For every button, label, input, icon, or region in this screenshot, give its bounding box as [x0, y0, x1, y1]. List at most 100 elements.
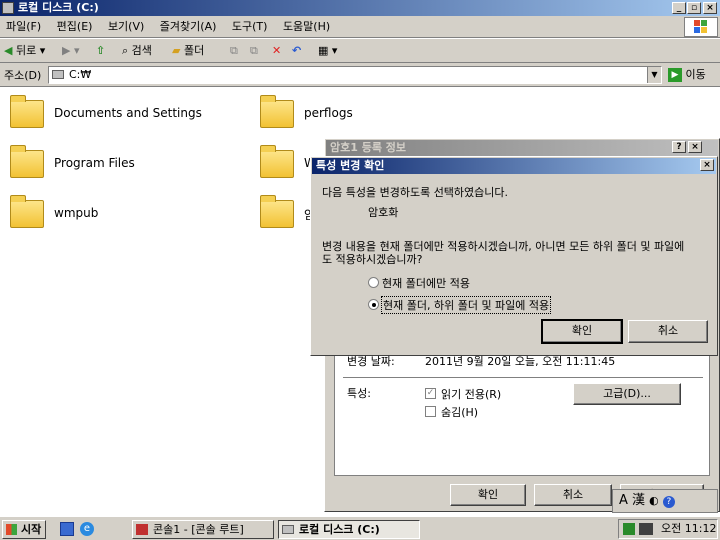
- search-button[interactable]: ⌕ 검색: [122, 42, 152, 60]
- ie-icon[interactable]: e: [80, 522, 94, 536]
- folder-label: perflogs: [304, 106, 353, 120]
- views-button[interactable]: ▦ ▾: [318, 42, 337, 60]
- move-to-icon: ⧉: [230, 44, 238, 57]
- clock[interactable]: 오전 11:12: [661, 520, 716, 538]
- folders-label: 폴더: [183, 44, 205, 57]
- copy-to-button[interactable]: ⧉: [250, 42, 258, 60]
- menu-edit[interactable]: 편집(E): [51, 16, 99, 38]
- folder-icon: [260, 95, 294, 128]
- properties-close-button[interactable]: ×: [688, 141, 702, 153]
- close-button[interactable]: ×: [703, 2, 717, 14]
- advanced-button[interactable]: 고급(D)...: [573, 383, 681, 405]
- move-to-button[interactable]: ⧉: [230, 42, 238, 60]
- hidden-checkbox[interactable]: [425, 406, 436, 417]
- folder-item[interactable]: Documents and Settings: [0, 94, 240, 138]
- system-tray: 오전 11:12: [618, 519, 718, 539]
- back-label: 뒤로: [15, 44, 37, 57]
- menu-tools[interactable]: 도구(T): [226, 16, 274, 38]
- folder-icon: [10, 195, 44, 228]
- taskbar-console[interactable]: 콘솔1 - [콘솔 루트]: [132, 520, 274, 539]
- folder-label: Documents and Settings: [54, 106, 202, 120]
- undo-button[interactable]: ↶: [292, 42, 301, 60]
- folders-icon: ▰: [172, 44, 181, 57]
- window-titlebar[interactable]: 로컬 디스크 (C:): [0, 0, 720, 16]
- confirm-dialog-titlebar[interactable]: 특성 변경 확인: [312, 158, 716, 174]
- menu-bar: 파일(F) 편집(E) 보기(V) 즐겨찾기(A) 도구(T) 도움말(H): [0, 16, 720, 38]
- address-input[interactable]: C:₩ ▼: [48, 66, 662, 84]
- confirm-ok-button[interactable]: 확인: [541, 319, 623, 344]
- readonly-label: 읽기 전용(R): [441, 388, 502, 401]
- folder-label: Program Files: [54, 156, 135, 170]
- address-value: C:₩: [69, 68, 92, 81]
- start-label: 시작: [21, 523, 42, 536]
- up-folder-button[interactable]: ⇧: [96, 42, 105, 60]
- delete-button[interactable]: ✕: [272, 42, 281, 60]
- menu-file[interactable]: 파일(F): [0, 16, 47, 38]
- taskbar-console-label: 콘솔1 - [콘솔 루트]: [153, 523, 244, 536]
- folder-item[interactable]: wmpub: [0, 194, 240, 238]
- folder-item[interactable]: perflogs: [250, 94, 490, 138]
- go-label: 이동: [685, 68, 706, 81]
- network-icon[interactable]: [623, 523, 635, 535]
- toolbar: ◀ 뒤로 ▾ ▶ ▾ ⇧ ⌕ 검색 ▰ 폴더 ⧉ ⧉ ✕ ↶ ▦ ▾: [0, 39, 720, 63]
- apply-subfolders-radio[interactable]: [368, 299, 379, 310]
- search-label: 검색: [131, 44, 152, 57]
- attributes-label: 특성:: [347, 387, 371, 400]
- search-icon: ⌕: [122, 44, 129, 57]
- forward-icon: ▶: [62, 44, 71, 57]
- menu-view[interactable]: 보기(V): [102, 16, 150, 38]
- address-dropdown-icon[interactable]: ▼: [647, 67, 661, 83]
- properties-ok-button[interactable]: 확인: [450, 484, 526, 506]
- go-button[interactable]: ▶ 이동: [668, 66, 718, 84]
- taskbar: 시작 e 콘솔1 - [콘솔 루트] 로컬 디스크 (C:) A 漢 ◐ ? 오…: [0, 489, 720, 540]
- back-button[interactable]: ◀ 뒤로 ▾: [4, 42, 45, 60]
- apply-subfolders-label: 현재 폴더, 하위 폴더 및 파일에 적용: [381, 296, 552, 314]
- forward-button[interactable]: ▶ ▾: [62, 42, 80, 60]
- folder-label: wmpub: [54, 206, 99, 220]
- properties-dialog-titlebar[interactable]: 암호1 등록 정보: [326, 140, 718, 156]
- changed-attribute: 암호화: [368, 206, 399, 219]
- back-icon: ◀: [4, 44, 13, 57]
- hidden-label: 숨김(H): [441, 406, 479, 419]
- readonly-checkbox[interactable]: ✓: [425, 388, 436, 399]
- apply-current-folder-label: 현재 폴더에만 적용: [382, 277, 470, 290]
- menu-help[interactable]: 도움말(H): [277, 16, 336, 38]
- confirm-message: 다음 특성을 변경하도록 선택하였습니다.: [322, 186, 509, 199]
- drive-small-icon: [52, 70, 64, 79]
- properties-dialog-title: 암호1 등록 정보: [330, 141, 407, 154]
- menu-favorites[interactable]: 즐겨찾기(A): [154, 16, 223, 38]
- folders-button[interactable]: ▰ 폴더: [172, 42, 204, 60]
- taskbar-explorer-label: 로컬 디스크 (C:): [299, 523, 380, 536]
- up-folder-icon: ⇧: [96, 44, 106, 57]
- properties-cancel-button[interactable]: 취소: [534, 484, 612, 506]
- taskbar-explorer[interactable]: 로컬 디스크 (C:): [278, 520, 420, 539]
- help-button[interactable]: ?: [672, 141, 686, 153]
- restore-button[interactable]: ▫: [687, 2, 701, 14]
- ime-help-icon: ?: [662, 496, 675, 508]
- window-title: 로컬 디스크 (C:): [18, 1, 99, 14]
- views-icon: ▦: [318, 44, 329, 57]
- confirm-cancel-button[interactable]: 취소: [628, 320, 708, 343]
- start-button[interactable]: 시작: [2, 520, 46, 539]
- undo-icon: ↶: [292, 44, 302, 57]
- language-bar[interactable]: A 漢 ◐ ?: [612, 489, 718, 513]
- minimize-button[interactable]: _: [672, 2, 686, 14]
- folder-item[interactable]: Program Files: [0, 144, 240, 188]
- properties-tab-panel: 변경 날짜: 2011년 9월 20일 오늘, 오전 11:11:45 특성: …: [334, 346, 710, 476]
- console-icon: [136, 524, 148, 535]
- address-label: 주소(D): [4, 69, 42, 82]
- language-label: A 漢: [619, 493, 646, 508]
- delete-icon: ✕: [272, 44, 282, 57]
- folder-icon: [10, 95, 44, 128]
- ime-icon: ◐: [649, 494, 659, 507]
- show-desktop-icon[interactable]: [60, 522, 74, 536]
- folder-icon: [260, 145, 294, 178]
- copy-to-icon: ⧉: [250, 44, 258, 57]
- drive-icon: [2, 2, 14, 14]
- confirm-question: 변경 내용을 현재 폴더에만 적용하시겠습니까, 아니면 모든 하위 폴더 및 …: [322, 240, 685, 266]
- start-flag-icon: [6, 524, 17, 535]
- confirm-dialog-title: 특성 변경 확인: [316, 159, 385, 172]
- apply-current-folder-radio[interactable]: [368, 277, 379, 288]
- tray-app-icon[interactable]: [639, 523, 653, 535]
- confirm-close-button[interactable]: ×: [700, 159, 714, 171]
